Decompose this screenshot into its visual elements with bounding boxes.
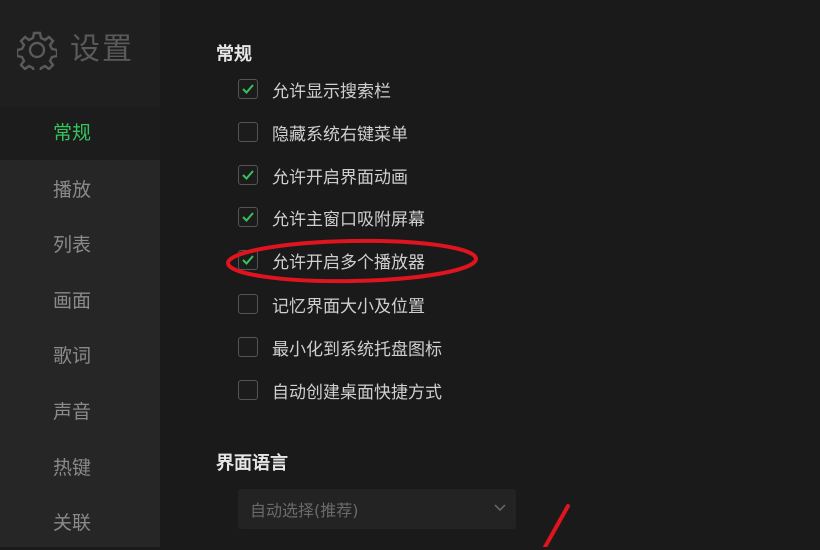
section-title-general: 常规	[216, 44, 252, 65]
sidebar-item-associations[interactable]: 关联	[0, 496, 160, 550]
sidebar-item-picture[interactable]: 画面	[0, 274, 160, 328]
option-multiple-players[interactable]: 允许开启多个播放器	[238, 245, 425, 275]
checkbox[interactable]	[238, 294, 258, 314]
option-show-search-bar[interactable]: 允许显示搜索栏	[238, 74, 391, 104]
option-label: 允许开启多个播放器	[272, 252, 425, 273]
option-enable-animation[interactable]: 允许开启界面动画	[238, 160, 408, 190]
chevron-down-icon	[494, 504, 506, 512]
option-desktop-shortcut[interactable]: 自动创建桌面快捷方式	[238, 375, 442, 405]
sidebar-item-general[interactable]: 常规	[0, 106, 160, 160]
option-label: 自动创建桌面快捷方式	[272, 382, 442, 403]
option-remember-size-position[interactable]: 记忆界面大小及位置	[238, 289, 425, 319]
checkbox[interactable]	[238, 337, 258, 357]
sidebar-title: 设置	[70, 32, 134, 67]
checkbox[interactable]	[238, 380, 258, 400]
section-title-language: 界面语言	[216, 453, 288, 474]
option-label: 允许开启界面动画	[272, 167, 408, 188]
sidebar: 设置 常规 播放 列表 画面 歌词 声音 热键 关联	[0, 0, 160, 547]
option-label: 记忆界面大小及位置	[272, 296, 425, 317]
sidebar-header: 设置	[0, 0, 160, 106]
option-label: 允许显示搜索栏	[272, 81, 391, 102]
gear-icon	[17, 31, 57, 70]
sidebar-item-sound[interactable]: 声音	[0, 385, 160, 439]
checkbox[interactable]	[238, 79, 258, 99]
checkbox[interactable]	[238, 165, 258, 185]
check-icon	[242, 170, 254, 180]
checkbox[interactable]	[238, 122, 258, 142]
checkbox[interactable]	[238, 250, 258, 270]
language-select-value: 自动选择(推荐)	[250, 501, 359, 520]
check-icon	[242, 84, 254, 94]
option-hide-context-menu[interactable]: 隐藏系统右键菜单	[238, 117, 408, 147]
sidebar-item-hotkeys[interactable]: 热键	[0, 441, 160, 495]
sidebar-item-playback[interactable]: 播放	[0, 163, 160, 217]
option-snap-to-screen[interactable]: 允许主窗口吸附屏幕	[238, 202, 425, 232]
settings-panel: 常规 允许显示搜索栏 隐藏系统右键菜单 允许开启界面动画 允许主窗口吸附屏幕 允…	[160, 0, 820, 547]
language-select[interactable]: 自动选择(推荐)	[238, 489, 516, 529]
check-icon	[242, 255, 254, 265]
option-label: 隐藏系统右键菜单	[272, 124, 408, 145]
sidebar-item-lyrics[interactable]: 歌词	[0, 329, 160, 383]
option-label: 最小化到系统托盘图标	[272, 339, 442, 360]
check-icon	[242, 212, 254, 222]
option-minimize-to-tray[interactable]: 最小化到系统托盘图标	[238, 332, 442, 362]
sidebar-item-list[interactable]: 列表	[0, 218, 160, 272]
option-label: 允许主窗口吸附屏幕	[272, 209, 425, 230]
checkbox[interactable]	[238, 207, 258, 227]
